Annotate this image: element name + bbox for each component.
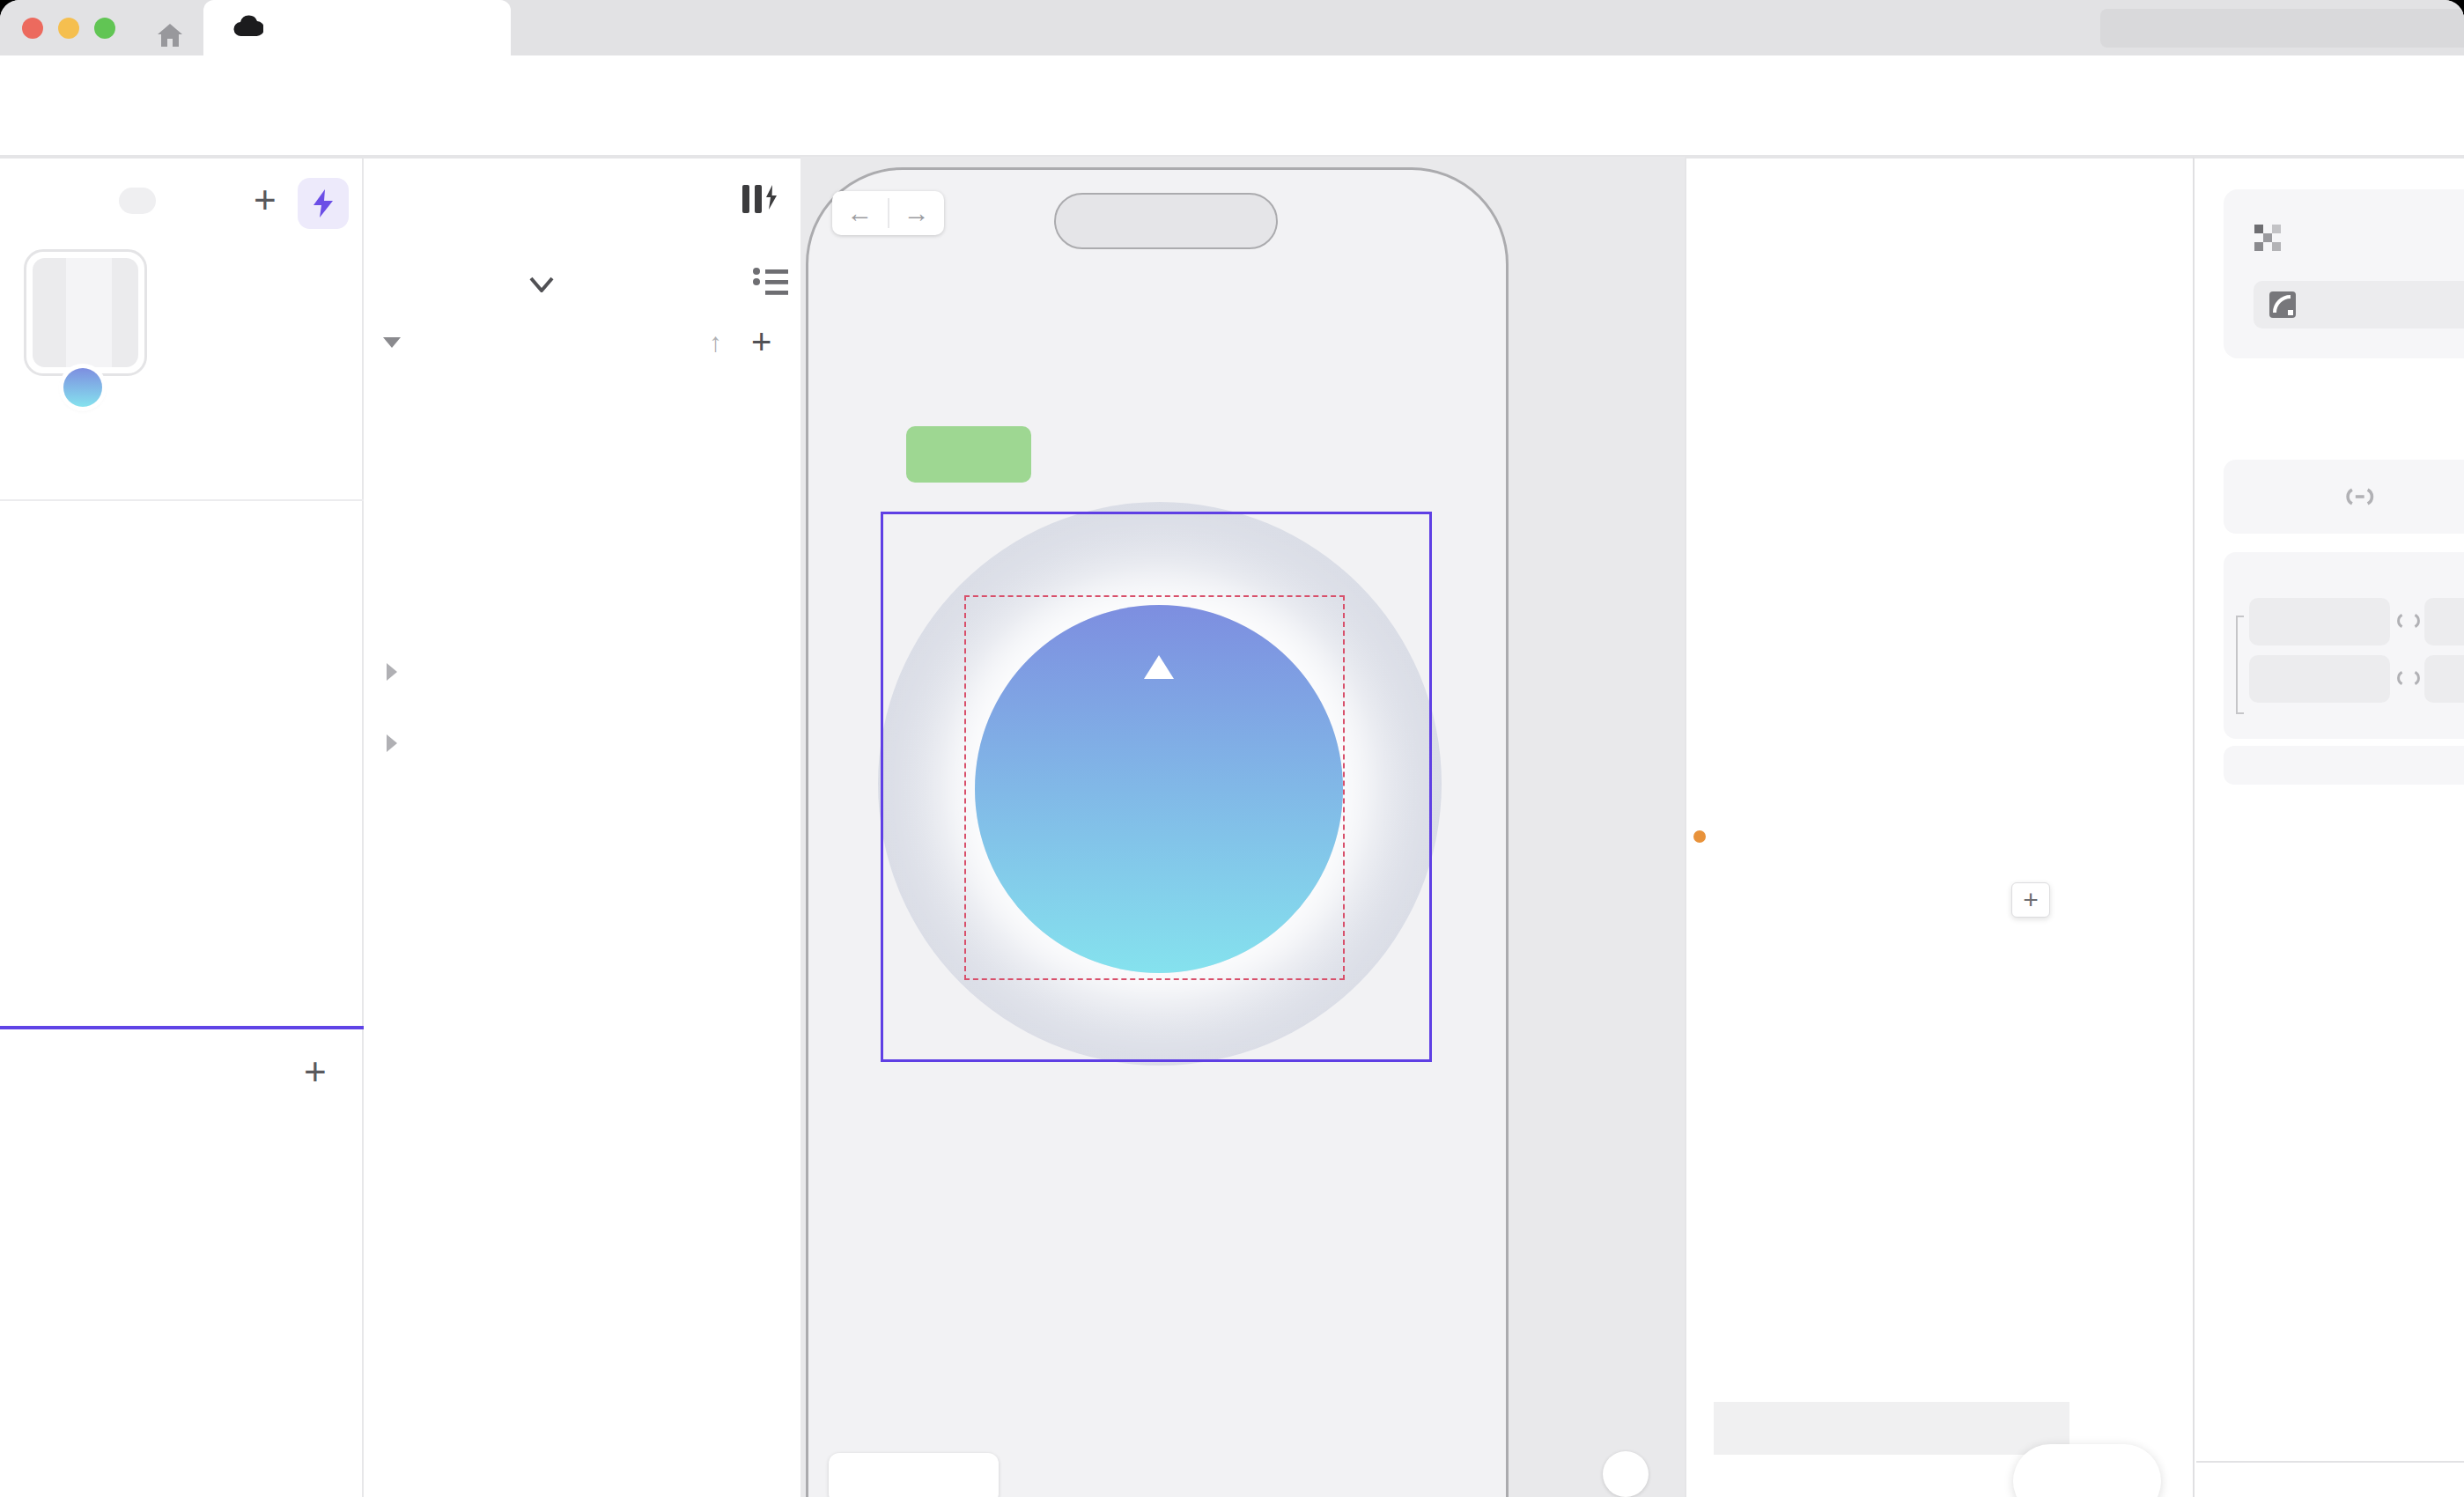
help-button[interactable] <box>1603 1451 1649 1497</box>
back-arrow-icon[interactable]: ← <box>832 198 888 228</box>
home-icon[interactable] <box>156 22 184 48</box>
properties-panel <box>2193 157 2464 1497</box>
dynamic-island <box>1054 193 1278 249</box>
minimize-window-button[interactable] <box>58 18 79 39</box>
range-to-1[interactable] <box>2424 598 2464 645</box>
color-layer-icon <box>2269 291 2296 318</box>
add-component-button[interactable]: + <box>751 322 771 362</box>
range-from-2[interactable] <box>2249 655 2390 703</box>
link-icon <box>2396 613 2421 629</box>
selected-layer-row[interactable] <box>2254 281 2464 328</box>
components-panel: ↑ + <box>364 157 800 1497</box>
drop-indicator <box>0 1026 364 1029</box>
add-variable-button[interactable]: + <box>304 1050 327 1094</box>
canvas[interactable]: ← → <box>800 157 1685 1497</box>
collapse-caret-icon[interactable] <box>383 337 401 348</box>
range-to-2[interactable] <box>2424 655 2464 703</box>
upload-component-icon[interactable]: ↑ <box>709 328 722 358</box>
add-response-button[interactable]: + <box>2011 882 2050 918</box>
interactions-panel: + <box>1685 157 2193 1497</box>
toolbar <box>0 55 2464 157</box>
tab-pressure-control[interactable] <box>203 0 511 55</box>
range-from-1[interactable] <box>2249 598 2390 645</box>
tab-bar <box>0 0 2464 55</box>
link-icon <box>2396 670 2421 686</box>
scene-nav-buttons[interactable]: ← → <box>832 191 944 235</box>
app-window: + + ↑ + <box>0 0 2464 1497</box>
close-window-button[interactable] <box>22 18 43 39</box>
left-panel: + + <box>0 157 364 1497</box>
link-icon <box>2345 488 2375 505</box>
scenes-count-badge <box>119 188 156 214</box>
list-view-icon[interactable] <box>751 264 790 298</box>
modified-indicator <box>1693 830 1706 843</box>
component-checker-icon <box>2254 225 2283 253</box>
protopie-badge[interactable] <box>2013 1444 2161 1497</box>
selection-rect <box>881 512 1432 1062</box>
selected-response-card <box>2224 189 2464 358</box>
forward-arrow-icon[interactable]: → <box>889 198 945 228</box>
range-card <box>2224 552 2464 739</box>
expand-caret-icon[interactable] <box>387 663 397 681</box>
bolt-icon <box>312 189 335 218</box>
scene-thumb-gauge <box>63 368 102 407</box>
angle-badge <box>906 426 1031 483</box>
zoom-control[interactable] <box>829 1453 999 1497</box>
library-columns-icon[interactable] <box>741 183 779 215</box>
cloud-doc-icon <box>233 15 263 38</box>
expand-caret-icon[interactable] <box>387 734 397 752</box>
mapping-pair-card <box>2224 460 2464 534</box>
free-plan-banner[interactable] <box>2100 9 2464 48</box>
auto-interaction-button[interactable] <box>298 178 349 229</box>
maximize-window-button[interactable] <box>94 18 115 39</box>
add-range-button[interactable] <box>2224 746 2464 785</box>
scene-thumbnail[interactable] <box>24 249 147 376</box>
chevron-down-icon <box>529 277 554 292</box>
add-scene-button[interactable]: + <box>254 178 277 222</box>
add-trigger-button[interactable] <box>1714 1402 2069 1455</box>
